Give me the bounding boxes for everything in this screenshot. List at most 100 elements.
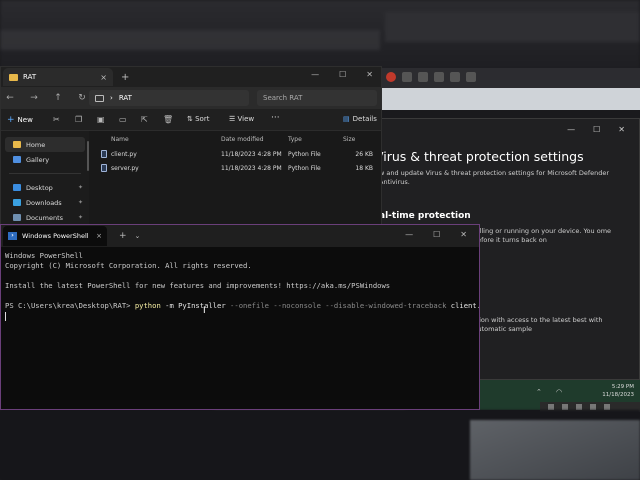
command-args: -m PyInstaller bbox=[160, 301, 231, 310]
more-options-button[interactable]: ··· bbox=[271, 113, 280, 123]
python-file-icon bbox=[101, 150, 107, 158]
file-size: 26 KB bbox=[355, 150, 373, 158]
column-date-modified[interactable]: Date modified bbox=[221, 136, 264, 143]
minimize-icon[interactable]: — bbox=[311, 70, 319, 79]
realtime-protection-text: talling or running on your device. You o… bbox=[473, 227, 612, 244]
pin-icon[interactable]: ✦ bbox=[78, 214, 83, 221]
sidebar-scrollbar[interactable] bbox=[87, 141, 89, 171]
pin-icon[interactable]: ✦ bbox=[78, 184, 83, 191]
maximize-icon[interactable]: ☐ bbox=[433, 230, 440, 239]
desktop-icon bbox=[13, 184, 21, 191]
explorer-command-bar: + New ✂ ❐ ▣ ▭ ⇱ 🗑 ⇅ Sort ☰ View ··· Deta… bbox=[1, 109, 381, 131]
close-tab-icon[interactable]: × bbox=[96, 232, 102, 240]
delete-icon[interactable]: 🗑 bbox=[163, 115, 173, 124]
powershell-window: › Windows PowerShell × + ⌄ — ☐ ✕ Windows… bbox=[0, 224, 480, 410]
downloads-icon bbox=[13, 199, 21, 206]
sidebar-item-documents[interactable]: Documents ✦ bbox=[1, 210, 89, 225]
terminal-output[interactable]: Windows PowerShell Copyright (C) Microsof… bbox=[1, 247, 479, 325]
terminal-line: Windows PowerShell bbox=[5, 251, 83, 260]
up-arrow-icon[interactable]: ↑ bbox=[53, 93, 63, 103]
forward-arrow-icon[interactable]: → bbox=[29, 93, 39, 103]
command-name: python bbox=[134, 301, 161, 310]
search-input[interactable]: Search RAT bbox=[257, 90, 377, 106]
minimize-icon[interactable]: — bbox=[567, 125, 575, 134]
back-arrow-icon[interactable]: ← bbox=[5, 93, 15, 103]
documents-icon bbox=[13, 214, 21, 221]
file-row[interactable]: client.py 11/18/2023 4:28 PM Python File… bbox=[97, 147, 381, 161]
pin-icon[interactable]: ✦ bbox=[78, 199, 83, 206]
security-title: Virus & threat protection settings bbox=[375, 149, 584, 164]
close-icon[interactable]: ✕ bbox=[460, 230, 467, 239]
security-description: w and update Virus & threat protection s… bbox=[379, 169, 610, 186]
copy-icon[interactable]: ❐ bbox=[75, 115, 84, 124]
file-type: Python File bbox=[288, 150, 321, 158]
file-date: 11/18/2023 4:28 PM bbox=[221, 150, 282, 158]
new-button[interactable]: + New bbox=[7, 115, 33, 125]
maximize-icon[interactable]: ☐ bbox=[339, 70, 346, 79]
new-tab-button[interactable]: + bbox=[121, 72, 129, 83]
taskbar-clock[interactable]: 5:29 PM 11/18/2023 bbox=[602, 383, 634, 399]
explorer-tab-bar: RAT × + — ☐ ✕ bbox=[1, 67, 381, 87]
background-bottom bbox=[0, 406, 640, 480]
text-cursor bbox=[5, 311, 6, 321]
sidebar-item-gallery[interactable]: Gallery bbox=[1, 152, 89, 167]
path-segment-rat[interactable]: RAT bbox=[119, 94, 132, 102]
sidebar-item-label: Home bbox=[26, 140, 46, 149]
folder-icon bbox=[9, 73, 18, 81]
close-tab-icon[interactable]: × bbox=[100, 73, 107, 82]
plus-icon: + bbox=[7, 114, 15, 125]
new-tab-button[interactable]: + bbox=[119, 231, 127, 241]
python-file-icon bbox=[101, 164, 107, 172]
explorer-window-controls: — ☐ ✕ bbox=[311, 70, 373, 79]
terminal-prompt: PS C:\Users\krea\Desktop\RAT> bbox=[5, 301, 135, 310]
file-name: client.py bbox=[111, 150, 137, 158]
sidebar-item-home[interactable]: Home bbox=[5, 137, 85, 152]
cut-icon[interactable]: ✂ bbox=[53, 115, 62, 124]
terminal-tab-powershell[interactable]: › Windows PowerShell × bbox=[3, 226, 107, 246]
terminal-command-line: PS C:\Users\krea\Desktop\RAT> python -m … bbox=[5, 301, 479, 311]
monitor-icon bbox=[95, 94, 104, 102]
terminal-tab-bar: › Windows PowerShell × + ⌄ — ☐ ✕ bbox=[1, 225, 479, 247]
tab-dropdown-button[interactable]: ⌄ bbox=[135, 232, 141, 240]
file-list: Name Date modified Type Size client.py 1… bbox=[97, 131, 381, 229]
clock-date: 11/18/2023 bbox=[602, 392, 634, 398]
column-type[interactable]: Type bbox=[288, 136, 302, 143]
terminal-tab-label: Windows PowerShell bbox=[22, 232, 89, 240]
rename-icon[interactable]: ▭ bbox=[119, 115, 128, 124]
refresh-icon[interactable]: ↻ bbox=[77, 93, 87, 103]
share-icon[interactable]: ⇱ bbox=[141, 115, 150, 124]
close-icon[interactable]: ✕ bbox=[366, 70, 373, 79]
home-icon bbox=[13, 141, 21, 148]
minimize-icon[interactable]: — bbox=[405, 230, 413, 239]
paste-icon[interactable]: ▣ bbox=[97, 115, 106, 124]
navigation-pane: Home Gallery Desktop ✦ Downloads ✦ Docum… bbox=[1, 131, 89, 229]
path-input[interactable]: › RAT bbox=[89, 90, 249, 106]
close-icon[interactable]: ✕ bbox=[618, 125, 625, 134]
explorer-address-bar: ← → ↑ ↻ › RAT Search RAT bbox=[1, 87, 381, 109]
explorer-tab-label: RAT bbox=[23, 73, 37, 81]
command-flags: --onefile --noconsole --disable-windowed… bbox=[230, 301, 447, 310]
wifi-icon[interactable]: ◠ bbox=[556, 388, 565, 397]
view-button[interactable]: ☰ View bbox=[229, 115, 254, 123]
sort-button[interactable]: ⇅ Sort bbox=[187, 115, 209, 123]
maximize-icon[interactable]: ☐ bbox=[593, 125, 600, 134]
sidebar-item-label: Desktop bbox=[26, 183, 53, 192]
app-toolbar-strip bbox=[380, 68, 640, 110]
column-size[interactable]: Size bbox=[343, 136, 355, 143]
new-button-label: New bbox=[17, 115, 33, 124]
sidebar-item-desktop[interactable]: Desktop ✦ bbox=[1, 180, 89, 195]
file-type: Python File bbox=[288, 164, 321, 172]
gallery-icon bbox=[13, 156, 21, 163]
explorer-tab-rat[interactable]: RAT × bbox=[3, 68, 113, 86]
sidebar-item-downloads[interactable]: Downloads ✦ bbox=[1, 195, 89, 210]
column-name[interactable]: Name bbox=[111, 136, 129, 143]
chevron-up-icon[interactable]: ⌃ bbox=[536, 388, 545, 397]
details-button[interactable]: Details bbox=[343, 115, 377, 123]
file-row[interactable]: server.py 11/18/2023 4:28 PM Python File… bbox=[97, 161, 381, 175]
mouse-cursor-icon: I bbox=[203, 306, 206, 316]
file-date: 11/18/2023 4:28 PM bbox=[221, 164, 282, 172]
file-size: 18 KB bbox=[355, 164, 373, 172]
realtime-protection-heading: al-time protection bbox=[379, 211, 471, 221]
